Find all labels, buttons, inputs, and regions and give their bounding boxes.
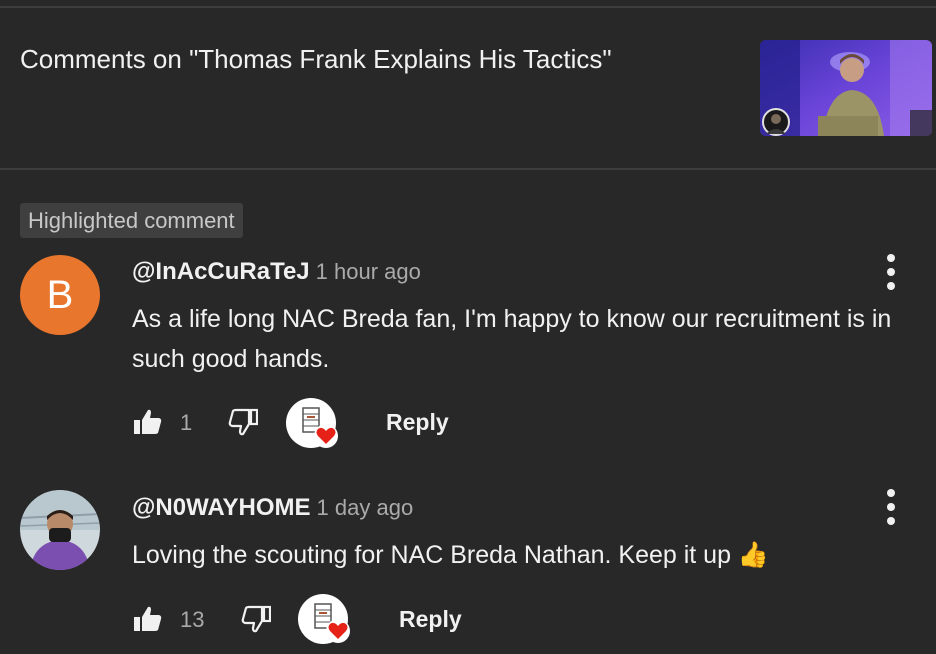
heart-icon (325, 619, 351, 648)
comment-author[interactable]: @N0WAYHOME (132, 494, 311, 521)
reply-button[interactable]: Reply (386, 409, 449, 436)
header-divider (0, 168, 936, 170)
comment-timestamp[interactable]: 1 hour ago (316, 259, 421, 284)
more-vertical-icon[interactable] (881, 489, 901, 525)
comment-author[interactable]: @InAcCuRaTeJ (132, 258, 310, 285)
avatar[interactable] (20, 490, 100, 570)
reply-button[interactable]: Reply (399, 606, 462, 633)
comment-header: @N0WAYHOME 1 day ago (132, 494, 413, 522)
video-thumbnail[interactable] (760, 40, 932, 136)
avatar-initial: B (46, 272, 74, 317)
more-vertical-icon[interactable] (881, 254, 901, 290)
top-divider (0, 6, 936, 8)
comment-text: As a life long NAC Breda fan, I'm happy … (132, 305, 892, 373)
thumbs-down-icon[interactable] (241, 605, 272, 638)
avatar[interactable]: B (20, 255, 100, 335)
like-count: 13 (180, 607, 205, 632)
page-title: Comments on "Thomas Frank Explains His T… (20, 44, 612, 74)
comment-timestamp[interactable]: 1 day ago (317, 495, 414, 520)
thumbs-up-icon[interactable] (133, 605, 163, 638)
thumbs-up-icon[interactable] (133, 408, 163, 441)
thumbs-down-icon[interactable] (228, 408, 259, 441)
like-count: 1 (180, 410, 193, 435)
heart-icon (313, 424, 339, 453)
comment-text: Loving the scouting for NAC Breda Nathan… (132, 541, 770, 569)
comment-header: @InAcCuRaTeJ 1 hour ago (132, 258, 421, 286)
highlighted-comment-badge: Highlighted comment (20, 203, 243, 238)
